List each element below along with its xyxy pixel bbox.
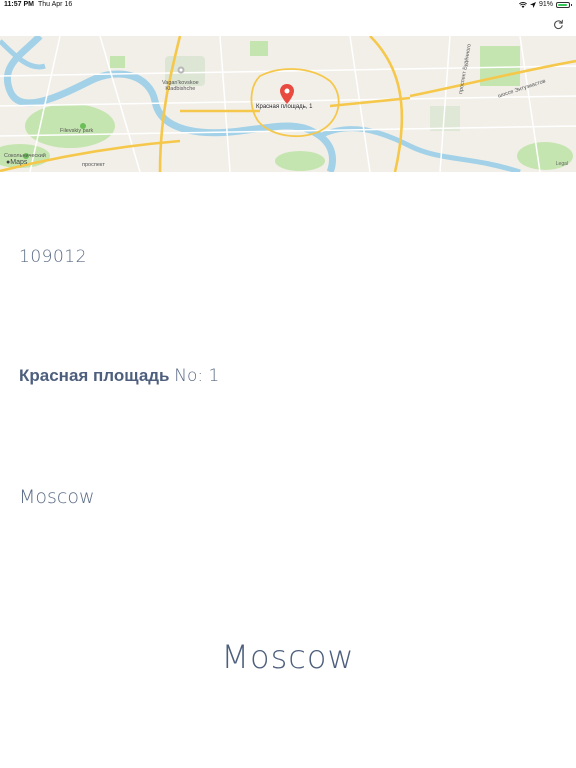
location-arrow-icon	[529, 1, 536, 8]
battery-icon	[556, 1, 572, 8]
status-date: Thu Apr 16	[38, 1, 73, 8]
postal-code: 109012	[19, 247, 87, 267]
city-title: Moscow	[221, 638, 355, 676]
refresh-button[interactable]	[550, 16, 566, 32]
map-pin-label: Красная площадь, 1	[256, 104, 313, 110]
map-label-prospekt: проспект	[82, 162, 105, 168]
map-label-park: Filevskiy park	[60, 128, 94, 134]
legal-link[interactable]: Legal	[556, 161, 568, 167]
status-right: 91%	[518, 1, 572, 8]
refresh-icon	[553, 19, 563, 29]
house-number: No: 1	[174, 366, 220, 386]
street-name: Красная площадь	[19, 366, 170, 385]
map-view[interactable]: Vagan'kovskoe Kladbishche Filevskiy park…	[0, 36, 576, 172]
screen: 11:57 PM Thu Apr 16 91% Vagan'kovskoe Kl…	[0, 0, 576, 768]
battery-percent: 91%	[538, 1, 553, 8]
wifi-icon	[518, 1, 527, 8]
map-label-cemetery: Vagan'kovskoe Kladbishche	[162, 80, 199, 92]
map-pin-icon[interactable]	[280, 84, 294, 104]
city-name: Moscow	[19, 486, 95, 508]
status-time: 11:57 PM	[4, 1, 34, 8]
status-bar: 11:57 PM Thu Apr 16 91%	[0, 0, 576, 12]
toolbar	[0, 12, 576, 36]
street-address: Красная площадь No: 1	[19, 366, 219, 386]
apple-maps-logo: ●Maps	[6, 159, 28, 166]
